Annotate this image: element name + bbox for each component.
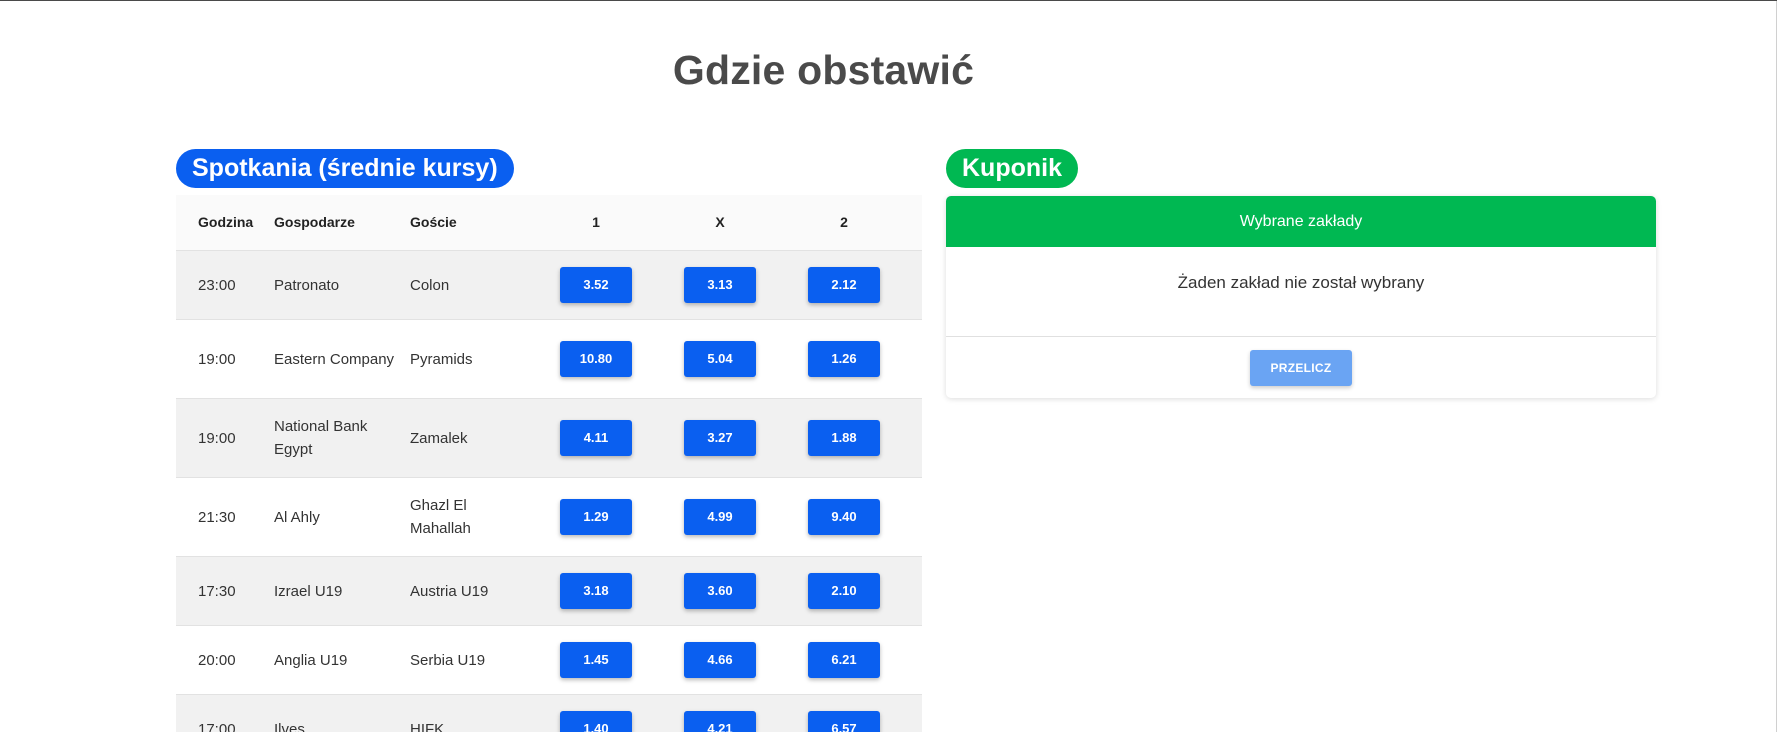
odd-home-button[interactable]: 1.45 [560, 642, 632, 678]
away-team: Pyramids [410, 348, 534, 371]
home-team: Ilves [274, 718, 410, 732]
odd-draw-button[interactable]: 4.66 [684, 642, 756, 678]
odd-draw-button[interactable]: 4.99 [684, 499, 756, 535]
odd-draw-button[interactable]: 3.13 [684, 267, 756, 303]
column-header-time: Godzina [176, 211, 274, 234]
odd-away-button[interactable]: 6.21 [808, 642, 880, 678]
away-team: Ghazl El Mahallah [410, 494, 534, 540]
odd-home-button[interactable]: 1.40 [560, 711, 632, 732]
home-team: Eastern Company [274, 348, 410, 371]
match-time: 20:00 [176, 649, 274, 672]
odd-draw-button[interactable]: 4.21 [684, 711, 756, 732]
odd-away-button[interactable]: 9.40 [808, 499, 880, 535]
match-time: 17:30 [176, 580, 274, 603]
table-row: 17:00 Ilves HIFK 1.40 4.21 6.57 [176, 695, 922, 732]
coupon-footer: PRZELICZ [946, 337, 1656, 398]
coupon-section-label: Kuponik [946, 149, 1078, 188]
odd-away-button[interactable]: 1.88 [808, 420, 880, 456]
table-row: 20:00 Anglia U19 Serbia U19 1.45 4.66 6.… [176, 626, 922, 695]
away-team: HIFK [410, 718, 534, 732]
matches-section-label: Spotkania (średnie kursy) [176, 149, 514, 188]
table-row: 21:30 Al Ahly Ghazl El Mahallah 1.29 4.9… [176, 478, 922, 557]
column-header-away: Goście [410, 211, 534, 234]
table-row: 19:00 National Bank Egypt Zamalek 4.11 3… [176, 399, 922, 478]
odd-home-button[interactable]: 10.80 [560, 341, 632, 377]
column-header-odd-2: 2 [782, 211, 906, 234]
table-row: 19:00 Eastern Company Pyramids 10.80 5.0… [176, 320, 922, 399]
odd-draw-button[interactable]: 5.04 [684, 341, 756, 377]
odd-away-button[interactable]: 6.57 [808, 711, 880, 732]
away-team: Austria U19 [410, 580, 534, 603]
table-header-row: Godzina Gospodarze Goście 1 X 2 [176, 195, 922, 251]
calculate-button[interactable]: PRZELICZ [1250, 350, 1352, 386]
table-row: 17:30 Izrael U19 Austria U19 3.18 3.60 2… [176, 557, 922, 626]
odd-away-button[interactable]: 2.10 [808, 573, 880, 609]
home-team: Al Ahly [274, 506, 410, 529]
column-header-home: Gospodarze [274, 211, 410, 234]
matches-table: Godzina Gospodarze Goście 1 X 2 23:00 Pa… [176, 195, 922, 732]
home-team: Izrael U19 [274, 580, 410, 603]
column-header-odd-x: X [658, 211, 782, 234]
match-time: 21:30 [176, 506, 274, 529]
odd-draw-button[interactable]: 3.27 [684, 420, 756, 456]
match-time: 19:00 [176, 427, 274, 450]
table-row: 23:00 Patronato Colon 3.52 3.13 2.12 [176, 251, 922, 320]
away-team: Zamalek [410, 427, 534, 450]
home-team: Anglia U19 [274, 649, 410, 672]
odd-away-button[interactable]: 1.26 [808, 341, 880, 377]
home-team: Patronato [274, 274, 410, 297]
match-time: 19:00 [176, 348, 274, 371]
coupon-header: Wybrane zakłady [946, 196, 1656, 247]
odd-draw-button[interactable]: 3.60 [684, 573, 756, 609]
coupon-card: Wybrane zakłady Żaden zakład nie został … [946, 196, 1656, 398]
odd-home-button[interactable]: 3.18 [560, 573, 632, 609]
odd-home-button[interactable]: 4.11 [560, 420, 632, 456]
page-title: Gdzie obstawić [0, 47, 1647, 94]
away-team: Serbia U19 [410, 649, 534, 672]
match-time: 23:00 [176, 274, 274, 297]
match-time: 17:00 [176, 718, 274, 732]
odd-home-button[interactable]: 1.29 [560, 499, 632, 535]
home-team: National Bank Egypt [274, 415, 410, 461]
odd-away-button[interactable]: 2.12 [808, 267, 880, 303]
odd-home-button[interactable]: 3.52 [560, 267, 632, 303]
column-header-odd-1: 1 [534, 211, 658, 234]
coupon-empty-message: Żaden zakład nie został wybrany [946, 247, 1656, 337]
away-team: Colon [410, 274, 534, 297]
